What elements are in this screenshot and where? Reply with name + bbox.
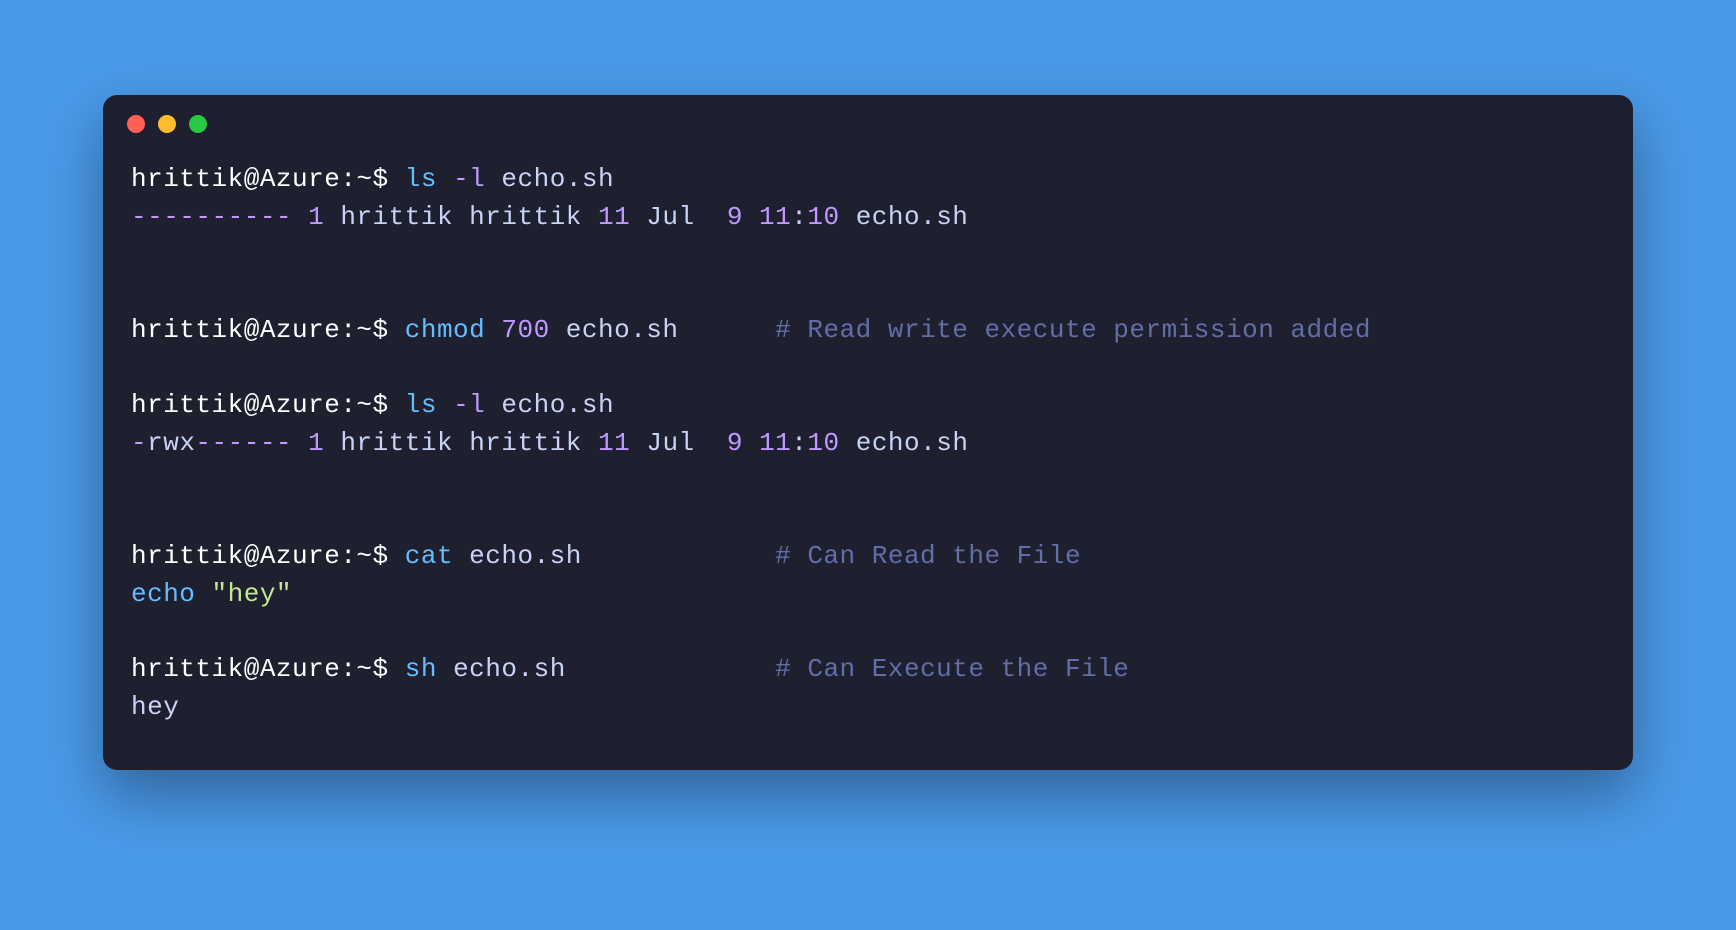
maximize-icon[interactable] [189, 115, 207, 133]
arg: echo.sh [501, 390, 614, 420]
output-line: hey [131, 692, 179, 722]
comment: # Can Read the File [775, 541, 1081, 571]
command-sh: sh [405, 654, 437, 684]
spacer [679, 315, 776, 345]
arg: echo.sh [469, 541, 582, 571]
shell-prompt: hrittik@Azure:~$ [131, 390, 405, 420]
hour: 11 [743, 428, 791, 458]
minimize-icon[interactable] [158, 115, 176, 133]
minute: 10 [807, 428, 839, 458]
minute: 10 [807, 202, 839, 232]
flag: -l [453, 390, 485, 420]
size: 11 [598, 428, 630, 458]
day: 9 [727, 428, 743, 458]
size: 11 [598, 202, 630, 232]
perms-rest: ------ [195, 428, 292, 458]
terminal-window: hrittik@Azure:~$ ls -l echo.sh ---------… [103, 95, 1633, 770]
comment: # Can Execute the File [775, 654, 1129, 684]
filename: echo.sh [840, 202, 969, 232]
colon: : [791, 202, 807, 232]
command-cat: cat [405, 541, 453, 571]
command-chmod: chmod [405, 315, 486, 345]
dash: - [131, 428, 147, 458]
command-ls: ls [405, 164, 437, 194]
hour: 11 [743, 202, 791, 232]
echo-keyword: echo [131, 579, 212, 609]
filename: echo.sh [840, 428, 969, 458]
colon: : [791, 428, 807, 458]
rwx: rwx [147, 428, 195, 458]
perms: ---------- [131, 202, 292, 232]
window-titlebar [103, 95, 1633, 133]
day: 9 [727, 202, 743, 232]
spacer [582, 541, 775, 571]
arg: echo.sh [453, 654, 566, 684]
spacer [566, 654, 775, 684]
close-icon[interactable] [127, 115, 145, 133]
terminal-body[interactable]: hrittik@Azure:~$ ls -l echo.sh ---------… [103, 133, 1633, 770]
owner-group: hrittik hrittik [324, 428, 598, 458]
links: 1 [292, 202, 324, 232]
command-ls: ls [405, 390, 437, 420]
links: 1 [292, 428, 324, 458]
flag: -l [453, 164, 485, 194]
month: Jul [630, 428, 727, 458]
string-literal: "hey" [212, 579, 293, 609]
shell-prompt: hrittik@Azure:~$ [131, 541, 405, 571]
shell-prompt: hrittik@Azure:~$ [131, 164, 405, 194]
shell-prompt: hrittik@Azure:~$ [131, 315, 405, 345]
arg: echo.sh [501, 164, 614, 194]
mode: 700 [501, 315, 549, 345]
owner-group: hrittik hrittik [324, 202, 598, 232]
arg: echo.sh [566, 315, 679, 345]
comment: # Read write execute permission added [775, 315, 1371, 345]
month: Jul [630, 202, 727, 232]
shell-prompt: hrittik@Azure:~$ [131, 654, 405, 684]
